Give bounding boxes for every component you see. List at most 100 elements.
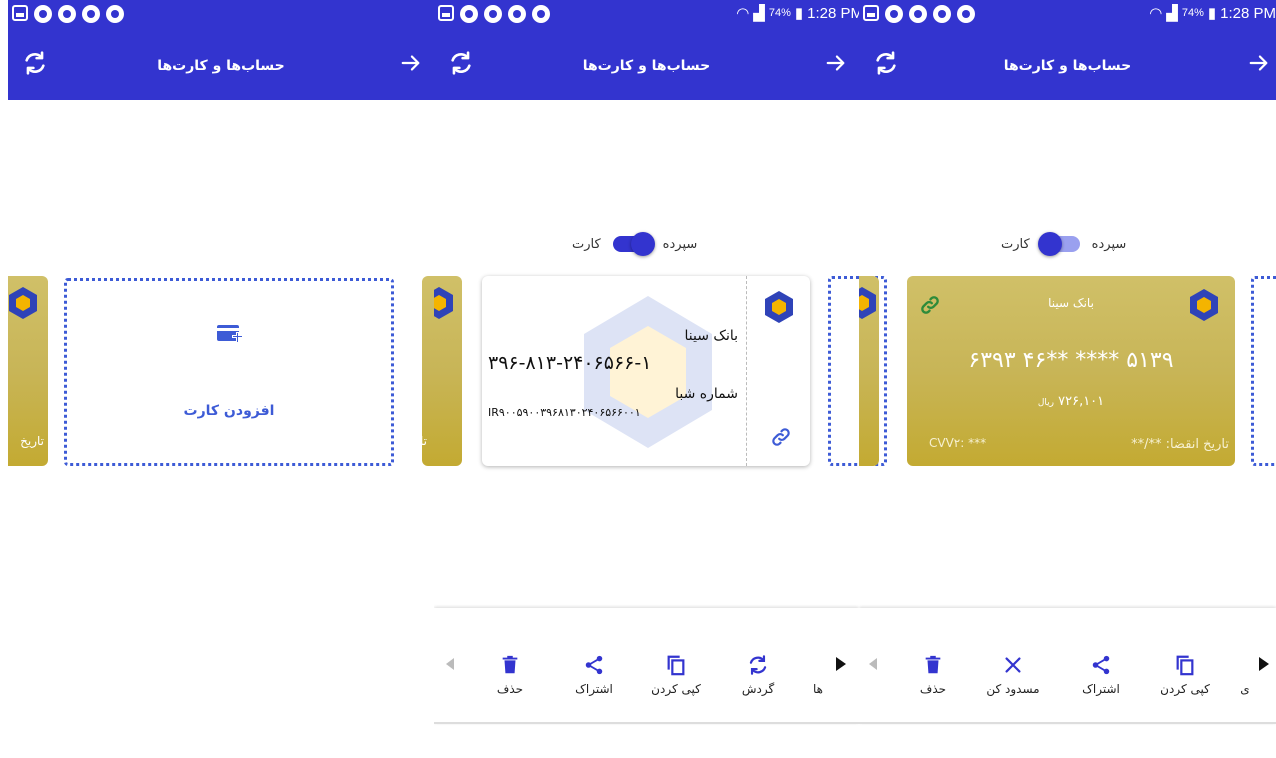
scroll-left-icon[interactable] (446, 658, 454, 670)
arrow-forward-icon[interactable] (1248, 52, 1270, 74)
delete-button[interactable]: حذف (470, 654, 550, 696)
card-peek-left[interactable]: تاریخ (8, 276, 48, 466)
share-icon (1092, 655, 1110, 675)
card-balance-value: ۷۲۶,۱۰۱ (1058, 394, 1105, 409)
app-notification-icon (933, 5, 951, 23)
copy-button[interactable]: کپی کردن (636, 654, 716, 696)
toggle-knob (630, 232, 655, 256)
card-divider (746, 276, 747, 466)
card-balance: ۷۲۶,۱۰۱ ریال (907, 394, 1235, 409)
share-label: اشتراک (575, 682, 613, 696)
deposit-info: بانک سینا ۳۹۶-۸۱۳-۲۴۰۶۵۶۶-۱ شماره شبا IR… (488, 328, 738, 419)
status-bar: ◠ ▟ 74% ▮ 1:28 PM (434, 0, 859, 28)
bank-logo-icon (9, 287, 37, 319)
scroll-left-icon[interactable] (869, 658, 877, 670)
app-notification-icon (885, 5, 903, 23)
screen-card: ◠ ▟ 74% ▮ 1:28 PM حساب‌ها و کارت‌ها کارت… (859, 0, 1276, 758)
battery-icon: ▮ (794, 5, 804, 22)
more-label: ی (1240, 682, 1250, 696)
app-notification-icon (460, 5, 478, 23)
close-icon (1005, 657, 1021, 673)
clock: 1:28 PM (1220, 4, 1276, 22)
card-peek-left[interactable] (434, 276, 462, 466)
toggle-switch[interactable] (1037, 232, 1080, 256)
app-notification-icon (957, 5, 975, 23)
toggle-label-deposit: سپرده (1091, 236, 1127, 252)
status-right: ◠ ▟ 74% ▮ 1:28 PM (736, 4, 859, 23)
app-bar: حساب‌ها و کارت‌ها (859, 28, 1276, 100)
app-notification-icon (34, 5, 52, 23)
arrow-forward-icon[interactable] (400, 52, 422, 74)
battery-percent: 74% (1181, 7, 1204, 19)
notification-icons (438, 5, 550, 23)
screen-add-card: حساب‌ها و کارت‌ها تاریخ افزودن کارت تا (8, 0, 434, 758)
card-peek-text: تا (422, 434, 427, 448)
page-title: حساب‌ها و کارت‌ها (157, 58, 285, 74)
card-peek-left[interactable] (859, 276, 879, 466)
toggle-knob (1037, 232, 1062, 256)
add-card-peek[interactable] (828, 276, 859, 466)
delete-label: حذف (496, 682, 524, 696)
app-bar: حساب‌ها و کارت‌ها (8, 28, 434, 100)
notification-icons (863, 5, 975, 23)
deposit-card[interactable]: بانک سینا ۳۹۶-۸۱۳-۲۴۰۶۵۶۶-۱ شماره شبا IR… (482, 276, 810, 466)
bank-logo-icon (859, 287, 876, 319)
add-card-label: افزودن کارت (183, 403, 275, 419)
app-notification-icon (508, 5, 526, 23)
refresh-icon (749, 655, 767, 675)
blank-icon (807, 654, 829, 676)
transactions-label: گردش (741, 682, 775, 696)
bank-name: بانک سینا (684, 328, 738, 344)
card-currency: ریال (1037, 398, 1054, 408)
app-notification-icon (106, 5, 124, 23)
share-button[interactable]: اشتراک (1061, 654, 1141, 696)
copy-icon (667, 655, 685, 676)
notification-icons (12, 5, 124, 23)
sheba-value[interactable]: IR۹۰۰۵۹۰۰۳۹۶۸۱۳۰۲۴۰۶۵۶۶۰۰۱ (488, 406, 738, 419)
gallery-notification-icon (438, 5, 454, 21)
toggle-label-deposit: سپرده (662, 236, 698, 252)
card-number[interactable]: ۶۳۹۳ ۴۶** **** ۵۱۳۹ (907, 348, 1235, 373)
add-card-peek[interactable] (1251, 276, 1276, 466)
sheba-label: شماره شبا (675, 386, 738, 402)
block-button[interactable]: مسدود کن (973, 654, 1053, 696)
bank-card[interactable]: بانک سینا ۶۳۹۳ ۴۶** **** ۵۱۳۹ ۷۲۶,۱۰۱ ری… (907, 276, 1235, 466)
arrow-forward-icon[interactable] (825, 52, 847, 74)
delete-label: حذف (919, 682, 947, 696)
deposit-number[interactable]: ۳۹۶-۸۱۳-۲۴۰۶۵۶۶-۱ (488, 352, 738, 374)
card-deposit-toggle[interactable]: کارت سپرده (572, 232, 698, 256)
delete-button[interactable]: حذف (893, 654, 973, 696)
battery-icon: ▮ (1207, 5, 1217, 22)
page-title: حساب‌ها و کارت‌ها (582, 58, 711, 74)
screen-deposit: ◠ ▟ 74% ▮ 1:28 PM حساب‌ها و کارت‌ها کارت… (434, 0, 859, 758)
app-notification-icon (532, 5, 550, 23)
gallery-notification-icon (863, 5, 879, 21)
wifi-icon: ◠ (736, 5, 750, 22)
bank-logo-icon (1190, 289, 1218, 321)
add-card-button[interactable]: افزودن کارت (64, 278, 394, 466)
card-deposit-toggle[interactable]: کارت سپرده (1001, 232, 1127, 256)
battery-percent: 74% (768, 7, 791, 19)
bank-logo-icon (434, 287, 453, 319)
card-cvv: CVV۲: *** (929, 436, 987, 450)
card-peek-right[interactable]: تا (422, 276, 434, 466)
bank-logo-icon (765, 291, 793, 323)
card-peek-text: تاریخ (20, 434, 44, 448)
status-right: ◠ ▟ 74% ▮ 1:28 PM (1149, 4, 1276, 23)
scroll-right-icon[interactable] (836, 657, 846, 671)
more-label: ها (813, 682, 823, 696)
scroll-right-icon[interactable] (1259, 657, 1269, 671)
blank-icon (1234, 654, 1256, 676)
link-icon[interactable] (770, 426, 792, 448)
toggle-switch[interactable] (612, 232, 655, 256)
wifi-icon: ◠ (1149, 5, 1163, 22)
transactions-button[interactable]: گردش (718, 654, 798, 696)
app-notification-icon (82, 5, 100, 23)
share-button[interactable]: اشتراک (554, 654, 634, 696)
more-actions-button[interactable]: ها (798, 654, 838, 696)
share-icon (585, 655, 603, 675)
action-bar: حذف اشتراک کپی کردن گردش ها (434, 608, 859, 724)
share-label: اشتراک (1082, 682, 1120, 696)
copy-button[interactable]: کپی کردن (1145, 654, 1225, 696)
more-actions-button[interactable]: ی (1233, 654, 1257, 696)
